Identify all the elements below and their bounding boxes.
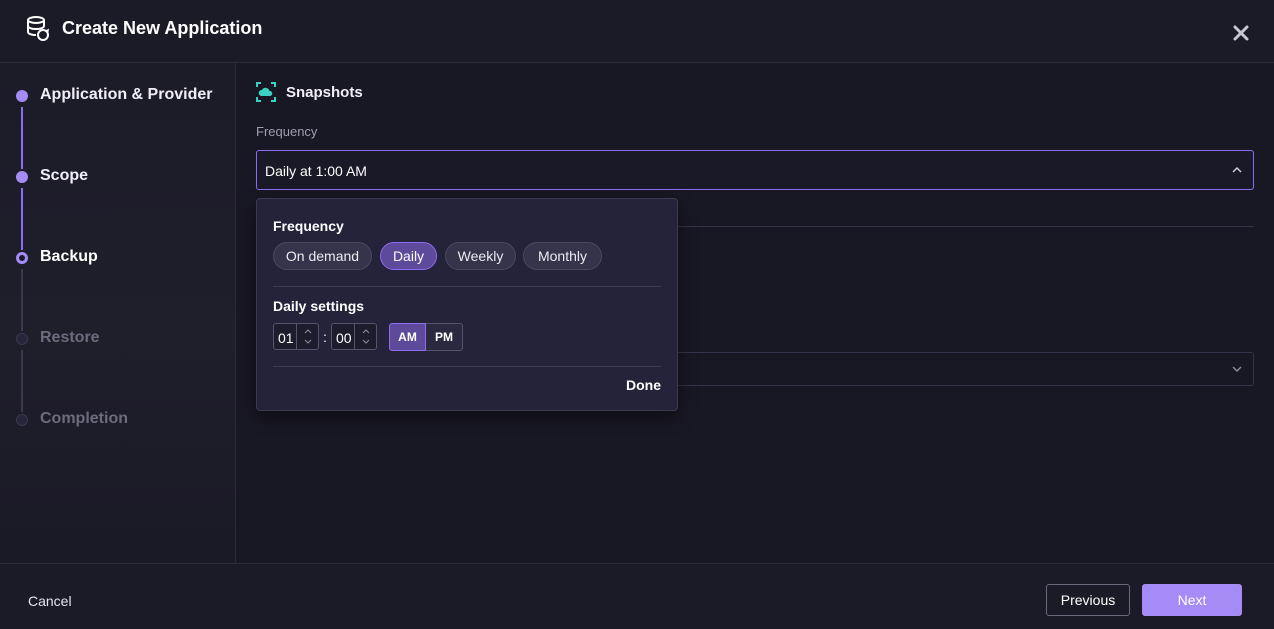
increment-icon[interactable] [302,326,314,336]
cancel-button[interactable]: Cancel [28,593,72,609]
frequency-option-monthly[interactable]: Monthly [523,242,602,270]
pm-toggle[interactable]: PM [426,323,463,351]
time-separator: : [323,329,327,345]
minute-stepper-arrows [354,324,376,349]
step-label: Scope [40,167,89,184]
step-completed-dot [16,171,28,183]
frequency-option-daily[interactable]: Daily [380,242,437,270]
step-upcoming-dot [16,414,28,426]
frequency-field-label: Frequency [256,124,318,139]
dialog-title: Create New Application [62,18,263,38]
decrement-icon[interactable] [360,337,372,347]
hour-stepper-arrows [296,324,318,349]
daily-settings-title: Daily settings [273,298,365,314]
minute-stepper[interactable]: 00 [331,323,377,350]
cloud-snapshot-icon [256,82,276,102]
frequency-select-value: Daily at 1:00 AM [265,163,367,179]
step-connector [21,188,23,250]
database-sync-icon [27,16,50,41]
frequency-option-weekly[interactable]: Weekly [445,242,516,270]
dialog-header: Create New Application [0,0,1274,63]
popup-divider [273,366,661,367]
popup-frequency-title: Frequency [273,218,344,234]
step-current-dot [16,252,28,264]
section-divider [676,226,1254,227]
dialog-footer: Cancel Previous Next [0,563,1274,629]
stepper-sidebar: Application & Provider Scope Backup Rest… [0,63,236,563]
am-toggle[interactable]: AM [389,323,426,351]
step-completed-dot [16,90,28,102]
done-button[interactable]: Done [626,377,661,393]
hour-value: 01 [278,330,294,346]
hour-stepper[interactable]: 01 [273,323,319,350]
step-completion: Completion [0,405,236,435]
step-connector [21,269,23,331]
step-connector [21,350,23,412]
chevron-down-icon [1232,366,1242,372]
frequency-option-on-demand[interactable]: On demand [273,242,372,270]
step-label: Completion [40,410,128,427]
step-backup[interactable]: Backup [0,243,236,273]
step-application-provider[interactable]: Application & Provider [0,81,236,111]
popup-divider [273,286,661,287]
close-icon[interactable] [1230,22,1252,44]
decrement-icon[interactable] [302,337,314,347]
section-title: Snapshots [286,84,363,101]
previous-button[interactable]: Previous [1046,584,1130,616]
next-button[interactable]: Next [1142,584,1242,616]
frequency-popup: Frequency On demand Daily Weekly Monthly… [256,198,678,411]
step-label: Restore [40,329,100,346]
step-connector [21,107,23,169]
chevron-up-icon [1232,167,1242,173]
hidden-select[interactable] [676,352,1254,386]
step-upcoming-dot [16,333,28,345]
minute-value: 00 [336,330,352,346]
step-label: Application & Provider [40,86,213,103]
step-label: Backup [40,248,98,265]
increment-icon[interactable] [360,326,372,336]
step-scope[interactable]: Scope [0,162,236,192]
step-restore: Restore [0,324,236,354]
frequency-select[interactable]: Daily at 1:00 AM [256,150,1254,190]
